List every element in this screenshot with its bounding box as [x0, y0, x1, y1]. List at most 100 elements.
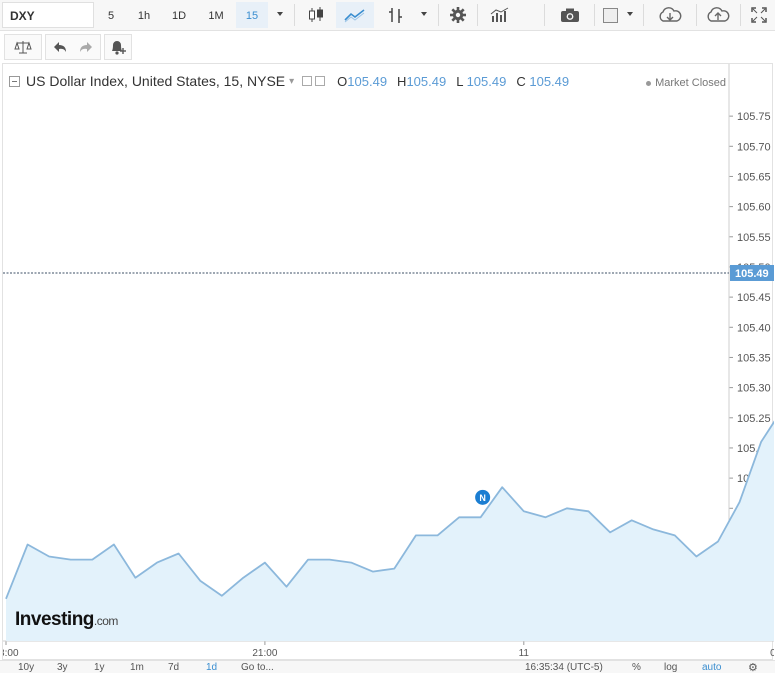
y-tick-label: 105.70: [737, 141, 771, 153]
scales-icon: [14, 41, 32, 54]
color-button[interactable]: [598, 2, 622, 28]
settings-small-icon[interactable]: [315, 76, 326, 86]
cloud-download-icon: [659, 7, 682, 22]
market-status: Market Closed: [646, 77, 726, 89]
undo-redo-group: [45, 34, 101, 60]
range-7d[interactable]: 7d: [168, 662, 179, 673]
line-chart-button[interactable]: [336, 2, 374, 28]
divider: [438, 4, 439, 26]
chart-area[interactable]: 104.90104.95105.00105.05105.10105.15105.…: [2, 63, 774, 661]
interval-1h-button[interactable]: 1h: [128, 2, 160, 28]
save-chart-button[interactable]: [700, 2, 736, 28]
range-1d[interactable]: 1d: [206, 662, 217, 673]
collapse-legend-icon[interactable]: [9, 75, 20, 87]
open-label: O: [337, 73, 348, 89]
add-alert-icon: [112, 41, 126, 55]
market-status-text: Market Closed: [655, 77, 726, 89]
ohlc-open: O105.49: [337, 74, 387, 89]
fullscreen-icon: [751, 7, 767, 23]
candles-icon: [309, 7, 323, 22]
y-tick-label: 105.60: [737, 202, 771, 214]
divider: [477, 4, 478, 26]
percent-toggle[interactable]: %: [632, 662, 641, 673]
low-label: L: [456, 73, 463, 89]
ohlc-low: L 105.49: [456, 74, 506, 89]
y-tick-label: 105.75: [737, 111, 771, 123]
redo-button[interactable]: [73, 41, 99, 53]
symbol-input[interactable]: DXY: [2, 2, 94, 28]
compare-button[interactable]: [4, 34, 42, 60]
close-label: C: [516, 73, 526, 89]
range-1m[interactable]: 1m: [130, 662, 144, 673]
undo-button[interactable]: [47, 41, 73, 53]
line-chart-icon: [344, 9, 365, 23]
interval-dropdown[interactable]: [270, 2, 290, 28]
series-area: [6, 422, 774, 641]
chevron-down-icon: [277, 12, 283, 16]
add-alert-button[interactable]: [104, 34, 132, 60]
open-value: 105.49: [347, 73, 388, 89]
gear-icon: [450, 7, 466, 23]
interval-5-button[interactable]: 5: [98, 2, 124, 28]
top-toolbar: DXY 5 1h 1D 1M 15: [0, 0, 775, 31]
legend-title: US Dollar Index, United States, 15, NYSE: [26, 73, 286, 89]
logo-brand: Investing: [15, 609, 94, 630]
news-marker-label: N: [479, 493, 486, 503]
log-toggle[interactable]: log: [664, 662, 677, 673]
indicator-dropdown[interactable]: [414, 2, 434, 28]
cloud-upload-icon: [707, 7, 730, 22]
gear-icon[interactable]: ⚙: [748, 661, 758, 673]
range-bar: 10y 3y 1y 1m 7d 1d Go to... 16:35:34 (UT…: [0, 660, 775, 673]
color-dropdown[interactable]: [622, 2, 638, 28]
divider: [594, 4, 595, 26]
interval-15-button[interactable]: 15: [236, 2, 268, 28]
goto-button[interactable]: Go to...: [241, 662, 274, 673]
snapshot-button[interactable]: [552, 2, 588, 28]
load-chart-button[interactable]: [648, 2, 692, 28]
y-tick-label: 105.45: [737, 292, 771, 304]
legend-chevron-icon[interactable]: ▾: [289, 76, 294, 87]
range-3y[interactable]: 3y: [57, 662, 68, 673]
divider: [294, 4, 295, 26]
camera-icon: [561, 8, 579, 22]
visibility-icon[interactable]: [302, 76, 313, 86]
color-swatch-icon: [602, 7, 618, 23]
auto-toggle[interactable]: auto: [702, 662, 721, 673]
interval-1d-button[interactable]: 1D: [163, 2, 195, 28]
interval-1m-button[interactable]: 1M: [198, 2, 234, 28]
y-tick-label: 105.35: [737, 352, 771, 364]
y-tick-label: 105.40: [737, 322, 771, 334]
x-tick-label: 03:00: [770, 648, 774, 659]
x-tick-label: 11: [519, 648, 530, 659]
divider: [696, 4, 697, 26]
status-dot-icon: [646, 80, 652, 86]
x-tick-label: 18:00: [3, 648, 19, 659]
studies-icon: [490, 7, 509, 22]
indicator-button[interactable]: [380, 2, 412, 28]
clock: 16:35:34 (UTC-5): [525, 662, 603, 673]
y-tick-label: 105.55: [737, 232, 771, 244]
low-value: 105.49: [466, 73, 507, 89]
ohlc-high: H105.49: [397, 74, 446, 89]
price-chart[interactable]: 104.90104.95105.00105.05105.10105.15105.…: [3, 64, 774, 661]
range-1y[interactable]: 1y: [94, 662, 105, 673]
undo-icon: [54, 42, 66, 52]
close-value: 105.49: [529, 73, 570, 89]
divider: [740, 4, 741, 26]
y-tick-label: 105.65: [737, 171, 771, 183]
settings-button[interactable]: [442, 2, 474, 28]
high-value: 105.49: [406, 73, 447, 89]
studies-button[interactable]: [482, 2, 518, 28]
x-tick-label: 21:00: [252, 648, 277, 659]
y-tick-label: 105.30: [737, 383, 771, 395]
range-10y[interactable]: 10y: [18, 662, 34, 673]
drawing-toolbar: [0, 32, 775, 62]
y-tick-label: 105.25: [737, 413, 771, 425]
candles-button[interactable]: [300, 2, 332, 28]
ohlc-close: C 105.49: [516, 74, 569, 89]
investing-logo: Investing.com: [15, 609, 118, 631]
chart-legend: US Dollar Index, United States, 15, NYSE…: [9, 72, 569, 90]
fullscreen-button[interactable]: [744, 2, 774, 28]
chevron-down-icon: [421, 12, 427, 16]
chart-widget: DXY 5 1h 1D 1M 15 105.20 105.25 105.30 1…: [0, 0, 775, 673]
